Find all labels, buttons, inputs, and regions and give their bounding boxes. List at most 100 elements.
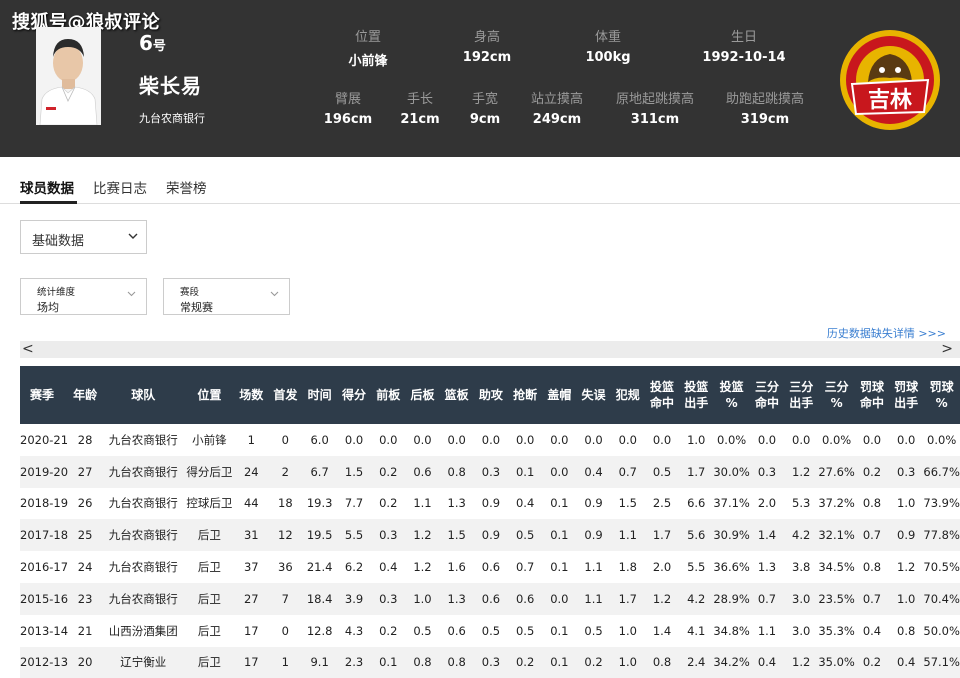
table-row: 2016-17 24 九台农商银行 后卫 37 36 21.4 6.2 0.4 1.2 1.6 0.6…	[20, 551, 960, 583]
table-cell: 0.8	[644, 646, 680, 678]
column-header[interactable]: 篮板	[439, 366, 474, 424]
column-header[interactable]: 罚球 命中	[854, 366, 890, 424]
stat-type-select[interactable]: 基础数据	[20, 220, 147, 254]
table-cell: 1.0	[687, 432, 706, 447]
column-header[interactable]: 罚球 出手	[889, 366, 924, 424]
table-cell: 控球后卫	[186, 496, 233, 511]
tab-game-log[interactable]: 比赛日志	[93, 177, 147, 197]
table-cell: 1.2	[784, 646, 819, 678]
column-header[interactable]: 年龄	[68, 366, 103, 424]
table-cell: 2.5	[652, 496, 672, 511]
table-row: 2013-14 21 山西汾酒集团 后卫 17 0 12.8 4.3 0.2 0.5 0.6 0.5 0…	[20, 615, 960, 647]
phase-filter[interactable]: 赛段 常规赛	[163, 278, 290, 315]
table-cell: 20	[68, 646, 103, 678]
tab-bar: 球员数据 比赛日志 荣誉榜	[0, 170, 960, 204]
table-cell: 0.3	[371, 582, 406, 615]
column-header[interactable]: 后板	[405, 366, 440, 424]
table-cell: 0.1	[550, 496, 569, 511]
table-cell: 73.9%	[923, 496, 960, 511]
column-header[interactable]: 赛季	[20, 366, 69, 424]
table-cell: 0.0	[344, 432, 364, 447]
column-header[interactable]: 三分 %	[818, 366, 855, 424]
history-missing-link[interactable]: 历史数据缺失详情 >>>	[827, 325, 946, 341]
table-cell: 0.0	[550, 432, 569, 447]
table-cell: 0.0	[542, 582, 577, 615]
table-cell: 2015-16	[20, 582, 69, 615]
stat-label: 体重	[594, 30, 621, 45]
column-header[interactable]: 助攻	[473, 366, 509, 424]
stat-label: 身高	[473, 30, 500, 45]
table-cell: 0	[281, 432, 289, 447]
column-header[interactable]: 犯规	[610, 366, 645, 424]
column-header[interactable]: 得分	[336, 366, 372, 424]
table-cell: 1.1	[610, 519, 645, 552]
table-cell: 1.3	[757, 560, 777, 575]
stat-weight: 体重 100kg	[553, 26, 663, 65]
column-header[interactable]: 投篮 %	[713, 366, 750, 424]
column-header[interactable]: 抢断	[508, 366, 543, 424]
table-cell: 0.0	[447, 432, 466, 447]
table-cell: 1.3	[447, 496, 466, 511]
scroll-right-arrow-icon[interactable]: >	[941, 341, 953, 357]
table-cell: 后卫	[184, 646, 235, 678]
table-cell: 0.3	[473, 646, 509, 678]
column-header[interactable]: 时间	[302, 366, 337, 424]
table-cell: 九台农商银行	[108, 560, 178, 575]
table-cell: 0.8	[439, 455, 474, 488]
table-cell: 6.2	[344, 560, 364, 575]
column-header[interactable]: 位置	[184, 366, 235, 424]
table-cell: 0.0%	[716, 432, 747, 447]
player-team: 九台农商银行	[139, 112, 205, 125]
column-header[interactable]: 三分 命中	[749, 366, 785, 424]
table-cell: 1.1	[413, 496, 432, 511]
table-cell: 2.3	[336, 646, 372, 678]
table-cell: 2	[268, 455, 303, 488]
table-row: 2019-20 27 九台农商银行 得分后卫 24 2 6.7 1.5 0.2 0.6 0.8 0.3…	[20, 455, 960, 488]
dimension-filter[interactable]: 统计维度 场均	[20, 278, 147, 315]
column-header[interactable]: 失误	[576, 366, 611, 424]
table-cell: 1.2	[784, 455, 819, 488]
table-cell: 0.0	[897, 432, 916, 447]
table-cell: 2012-13	[20, 646, 69, 678]
column-header[interactable]: 场数	[234, 366, 269, 424]
stat-value: 311cm	[630, 112, 680, 127]
tab-honors[interactable]: 荣誉榜	[166, 177, 207, 197]
column-header[interactable]: 罚球 %	[923, 366, 960, 424]
table-cell: 0.0	[862, 432, 882, 447]
column-header[interactable]: 投篮 命中	[644, 366, 680, 424]
table-row: 2012-13 20 辽宁衡业 后卫 17 1 9.1 2.3 0.1 0.8 0.8 0.3 0.2 0…	[20, 646, 960, 678]
table-cell: 1.5	[439, 519, 474, 552]
column-header[interactable]: 球队	[102, 366, 185, 424]
jersey-number-value: 6	[139, 31, 153, 55]
team-logo-text: 吉林	[868, 87, 912, 113]
tab-player-data[interactable]: 球员数据	[20, 177, 74, 197]
column-header[interactable]: 投篮 出手	[679, 366, 714, 424]
stat-height: 身高 192cm	[432, 26, 542, 65]
table-cell: 25	[68, 519, 103, 552]
table-cell: 0.6	[481, 560, 501, 575]
table-cell: 4.2	[679, 582, 714, 615]
column-header[interactable]: 首发	[268, 366, 303, 424]
horizontal-scrollbar[interactable]: < >	[20, 341, 960, 358]
table-cell: 九台农商银行	[102, 455, 185, 488]
table-cell: 0.3	[371, 519, 406, 552]
column-header[interactable]: 三分 出手	[784, 366, 819, 424]
table-cell: 34.8%	[713, 623, 750, 638]
stat-label: 站立摸高	[530, 92, 583, 107]
stat-label: 原地起跳摸高	[615, 92, 694, 107]
column-header[interactable]: 前板	[371, 366, 406, 424]
stat-birthday: 生日 1992-10-14	[689, 26, 799, 65]
table-cell: 0.9	[584, 496, 603, 511]
table-cell: 2.0	[757, 496, 777, 511]
table-cell: 1.2	[644, 582, 680, 615]
table-row: 2017-18 25 九台农商银行 后卫 31 12 19.5 5.5 0.3 1.2 1.5 0.9…	[20, 519, 960, 552]
table-cell: 0.2	[379, 623, 398, 638]
stat-value: 小前锋	[348, 54, 388, 69]
table-cell: 70.5%	[923, 560, 960, 575]
table-cell: 0.9	[576, 519, 611, 552]
stat-standing-reach: 站立摸高 249cm	[502, 88, 612, 127]
table-cell: 5.5	[336, 519, 372, 552]
scroll-left-arrow-icon[interactable]: <	[22, 341, 34, 357]
table-cell: 1.7	[610, 582, 645, 615]
column-header[interactable]: 盖帽	[542, 366, 577, 424]
